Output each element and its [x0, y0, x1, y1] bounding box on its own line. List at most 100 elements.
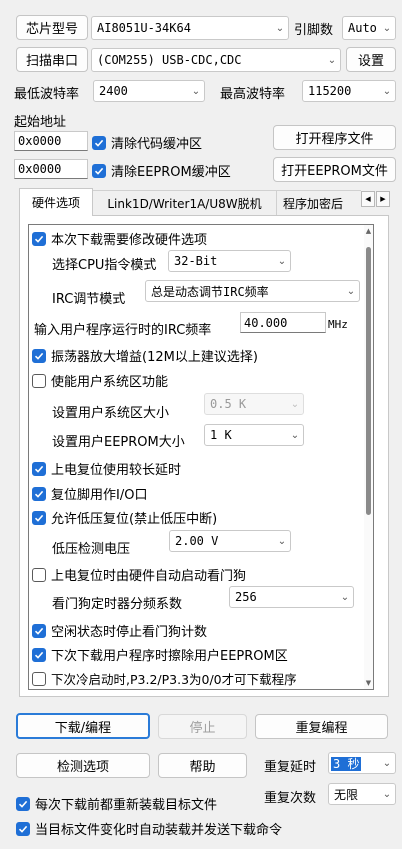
open-eeprom-file-button[interactable]: 打开EEPROM文件 [273, 157, 396, 182]
stop-button[interactable]: 停止 [158, 714, 247, 739]
scrollbar-thumb[interactable] [366, 247, 371, 515]
chip-model-value: AI8051U-34K64 [97, 21, 191, 35]
cpu-mode-select[interactable]: 32-Bit ⌄ [168, 250, 291, 272]
long-reset-delay-checkbox[interactable]: 上电复位使用较长延时 [32, 459, 181, 478]
clear-eeprom-buffer-label: 清除EEPROM缓冲区 [111, 165, 231, 180]
auto-reload-send-label: 当目标文件变化时自动装载并发送下载命令 [35, 823, 283, 838]
checkbox-checked-icon [92, 163, 106, 178]
irc-frequency-input[interactable]: 40.000 [240, 312, 326, 333]
checkbox-checked-icon [32, 623, 46, 638]
chevron-down-icon: ⌄ [275, 22, 285, 34]
settings-button[interactable]: 设置 [346, 47, 396, 72]
wdt-hardware-start-checkbox[interactable]: 上电复位时由硬件自动启动看门狗 [32, 565, 246, 584]
chevron-down-icon: ⌄ [290, 429, 300, 441]
repeat-delay-label: 重复延时 [264, 760, 317, 775]
checkbox-checked-icon [32, 231, 46, 246]
user-system-size-select[interactable]: 0.5 K ⌄ [204, 393, 304, 415]
long-reset-delay-label: 上电复位使用较长延时 [51, 463, 182, 478]
user-eeprom-size-value: 1 K [210, 428, 232, 442]
min-baud-label: 最低波特率 [14, 87, 80, 102]
tab-encryption[interactable]: 程序加密后 [277, 190, 361, 215]
cpu-mode-label: 选择CPU指令模式 [52, 258, 157, 273]
reset-pin-io-checkbox[interactable]: 复位脚用作I/O口 [32, 484, 147, 503]
reload-each-download-label: 每次下载前都重新装载目标文件 [35, 798, 218, 813]
low-voltage-reset-checkbox[interactable]: 允许低压复位(禁止低压中断) [32, 508, 217, 527]
checkbox-unchecked-icon [32, 567, 46, 582]
code-start-address-input[interactable]: 0x0000 [14, 131, 88, 151]
oscillator-gain-label: 振荡器放大增益(12M以上建议选择) [51, 350, 258, 365]
auto-reload-send-checkbox[interactable]: 当目标文件变化时自动装载并发送下载命令 [16, 819, 282, 838]
scan-port-button[interactable]: 扫描串口 [16, 47, 88, 72]
chevron-down-icon: ⌄ [382, 85, 392, 97]
reload-each-download-checkbox[interactable]: 每次下载前都重新装载目标文件 [16, 794, 217, 813]
irc-frequency-label: 输入用户程序运行时的IRC频率 [34, 323, 212, 338]
chevron-down-icon: ⌄ [346, 285, 356, 297]
tab-scroll-left-icon[interactable]: ◀ [361, 191, 375, 207]
max-baud-value: 115200 [308, 84, 352, 98]
user-system-size-label: 设置用户系统区大小 [52, 406, 170, 421]
checkbox-checked-icon [32, 647, 46, 662]
erase-eeprom-label: 下次下载用户程序时擦除用户EEPROM区 [51, 649, 288, 664]
checkbox-checked-icon [32, 486, 46, 501]
checkbox-checked-icon [16, 796, 30, 811]
repeat-count-value: 无限 [334, 787, 359, 802]
wdt-prescale-value: 256 [235, 590, 257, 604]
tab-hardware-options[interactable]: 硬件选项 [19, 188, 93, 216]
max-baud-select[interactable]: 115200 ⌄ [302, 80, 396, 102]
pins-value: Auto [348, 21, 377, 35]
repeat-program-button[interactable]: 重复编程 [255, 714, 388, 739]
port-value: (COM255) USB-CDC,CDC [97, 53, 242, 67]
checkbox-checked-icon [32, 461, 46, 476]
checkbox-unchecked-icon [32, 671, 46, 686]
open-program-file-button[interactable]: 打开程序文件 [273, 125, 396, 150]
scroll-up-icon[interactable]: ▲ [364, 225, 373, 237]
chevron-down-icon: ⌄ [327, 54, 337, 66]
options-scrollbar[interactable]: ▲ ▼ [364, 225, 373, 689]
repeat-delay-value: 3 秒 [331, 756, 362, 771]
reset-pin-io-label: 复位脚用作I/O口 [51, 488, 148, 503]
chip-model-select[interactable]: AI8051U-34K64 ⌄ [91, 16, 289, 40]
user-eeprom-size-select[interactable]: 1 K ⌄ [204, 424, 304, 446]
idle-stop-wdt-label: 空闲状态时停止看门狗计数 [51, 625, 208, 640]
clear-code-buffer-label: 清除代码缓冲区 [111, 137, 203, 152]
clear-eeprom-buffer-checkbox[interactable]: 清除EEPROM缓冲区 [92, 161, 231, 180]
checkbox-checked-icon [92, 135, 106, 150]
chevron-down-icon: ⌄ [290, 398, 300, 410]
user-system-size-value: 0.5 K [210, 397, 247, 411]
pins-label: 引脚数 [294, 23, 334, 38]
chevron-down-icon: ⌄ [340, 591, 350, 603]
chip-model-button[interactable]: 芯片型号 [16, 15, 88, 40]
modify-hw-options-checkbox[interactable]: 本次下载需要修改硬件选项 [32, 229, 207, 248]
help-button[interactable]: 帮助 [158, 753, 247, 778]
download-program-button[interactable]: 下载/编程 [16, 713, 150, 739]
chevron-down-icon: ⌄ [382, 788, 392, 800]
tab-offline-programmer[interactable]: Link1D/Writer1A/U8W脱机 [93, 190, 277, 215]
repeat-delay-select[interactable]: 3 秒 ⌄ [328, 752, 396, 774]
pins-select[interactable]: Auto ⌄ [342, 16, 396, 40]
port-select[interactable]: (COM255) USB-CDC,CDC ⌄ [91, 48, 341, 72]
user-system-area-checkbox[interactable]: 使能用户系统区功能 [32, 371, 168, 390]
idle-stop-wdt-checkbox[interactable]: 空闲状态时停止看门狗计数 [32, 621, 207, 640]
cold-start-p32-p33-checkbox[interactable]: 下次冷启动时,P3.2/P3.3为0/0才可下载程序 [32, 669, 297, 688]
cold-start-p32-p33-label: 下次冷启动时,P3.2/P3.3为0/0才可下载程序 [51, 672, 297, 687]
scroll-down-icon[interactable]: ▼ [364, 677, 373, 689]
erase-eeprom-checkbox[interactable]: 下次下载用户程序时擦除用户EEPROM区 [32, 645, 288, 664]
irc-mode-value: 总是动态调节IRC频率 [151, 284, 269, 299]
wdt-prescale-select[interactable]: 256 ⌄ [229, 586, 354, 608]
clear-code-buffer-checkbox[interactable]: 清除代码缓冲区 [92, 133, 202, 152]
irc-mode-select[interactable]: 总是动态调节IRC频率 ⌄ [145, 280, 360, 302]
min-baud-select[interactable]: 2400 ⌄ [93, 80, 205, 102]
user-system-area-label: 使能用户系统区功能 [51, 375, 169, 390]
lvd-voltage-select[interactable]: 2.00 V ⌄ [169, 530, 291, 552]
user-eeprom-size-label: 设置用户EEPROM大小 [52, 435, 185, 450]
tab-scroll-right-icon[interactable]: ▶ [376, 191, 390, 207]
checkbox-checked-icon [32, 510, 46, 525]
repeat-count-select[interactable]: 无限 ⌄ [328, 783, 396, 805]
lvd-voltage-label: 低压检测电压 [52, 542, 131, 557]
checkbox-unchecked-icon [32, 373, 46, 388]
oscillator-gain-checkbox[interactable]: 振荡器放大增益(12M以上建议选择) [32, 346, 258, 365]
chevron-down-icon: ⌄ [191, 85, 201, 97]
detect-options-button[interactable]: 检测选项 [16, 753, 150, 778]
eeprom-start-address-input[interactable]: 0x0000 [14, 159, 88, 179]
irc-mode-label: IRC调节模式 [52, 292, 126, 307]
